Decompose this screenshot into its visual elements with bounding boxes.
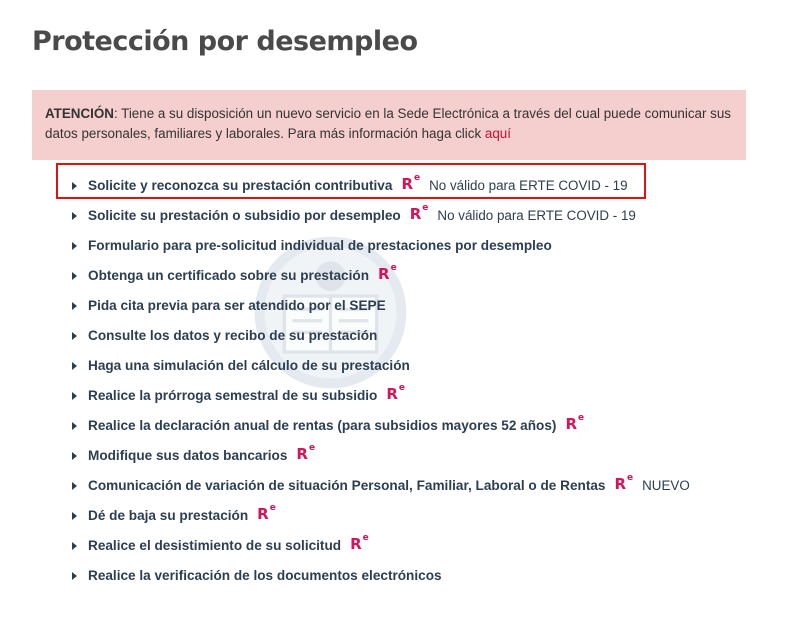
re-icon-letter: R: [409, 204, 422, 223]
triangle-right-icon: [72, 211, 77, 220]
list-item[interactable]: Solicite su prestación o subsidio por de…: [72, 200, 690, 230]
list-item[interactable]: Realice la verificación de los documento…: [72, 560, 690, 590]
list-item[interactable]: Obtenga un certificado sobre su prestaci…: [72, 260, 690, 290]
triangle-right-icon: [72, 511, 77, 520]
re-icon-sup: e: [362, 532, 369, 543]
item-label[interactable]: Comunicación de variación de situación P…: [88, 478, 605, 493]
list-item[interactable]: Realice la prórroga semestral de su subs…: [72, 380, 690, 410]
re-icon-letter: R: [378, 264, 390, 283]
re-icon-sup: e: [627, 472, 634, 483]
triangle-right-icon: [72, 421, 77, 430]
triangle-right-icon: [72, 571, 77, 580]
triangle-right-icon: [72, 361, 77, 370]
sede-electronica-re-icon[interactable]: Re: [565, 413, 584, 433]
triangle-right-icon: [72, 331, 77, 340]
list-item[interactable]: Realice la declaración anual de rentas (…: [72, 410, 690, 440]
re-icon-sup: e: [422, 202, 429, 213]
list-item[interactable]: Modifique sus datos bancarios Re: [72, 440, 690, 470]
notice-link[interactable]: aquí: [485, 126, 511, 141]
sede-electronica-re-icon[interactable]: Re: [378, 263, 397, 283]
item-label[interactable]: Realice la declaración anual de rentas (…: [88, 418, 556, 433]
item-label[interactable]: Realice la prórroga semestral de su subs…: [88, 388, 377, 403]
list-item[interactable]: Dé de baja su prestación Re: [72, 500, 690, 530]
sede-electronica-re-icon[interactable]: Re: [614, 473, 633, 493]
triangle-right-icon: [72, 301, 77, 310]
attention-notice: ATENCIÓN: Tiene a su disposición un nuev…: [32, 90, 746, 160]
item-label[interactable]: Consulte los datos y recibo de su presta…: [88, 328, 377, 343]
triangle-right-icon: [72, 391, 77, 400]
list-item[interactable]: Consulte los datos y recibo de su presta…: [72, 320, 690, 350]
sede-electronica-re-icon[interactable]: Re: [386, 383, 405, 403]
item-label[interactable]: Pida cita previa para ser atendido por e…: [88, 298, 386, 313]
item-note: No válido para ERTE COVID - 19: [437, 207, 636, 223]
re-icon-sup: e: [390, 262, 397, 273]
triangle-right-icon: [72, 481, 77, 490]
sede-electronica-re-icon[interactable]: Re: [409, 203, 429, 223]
item-label[interactable]: Dé de baja su prestación: [88, 508, 248, 523]
re-icon-letter: R: [257, 504, 269, 523]
item-label[interactable]: Solicite su prestación o subsidio por de…: [88, 208, 401, 223]
sede-electronica-re-icon[interactable]: Re: [296, 443, 315, 463]
list-item[interactable]: Haga una simulación del cálculo de su pr…: [72, 350, 690, 380]
list-item[interactable]: Formulario para pre-solicitud individual…: [72, 230, 690, 260]
page-title: Protección por desempleo: [32, 26, 418, 57]
item-label[interactable]: Modifique sus datos bancarios: [88, 448, 287, 463]
triangle-right-icon: [72, 241, 77, 250]
item-label[interactable]: Realice la verificación de los documento…: [88, 568, 442, 583]
re-icon-letter: R: [296, 444, 308, 463]
list-item[interactable]: Realice el desistimiento de su solicitud…: [72, 530, 690, 560]
sede-electronica-re-icon[interactable]: Re: [350, 533, 369, 553]
item-label[interactable]: Haga una simulación del cálculo de su pr…: [88, 358, 410, 373]
item-label[interactable]: Formulario para pre-solicitud individual…: [88, 238, 552, 253]
highlight-box: [56, 163, 646, 199]
notice-text: : Tiene a su disposición un nuevo servic…: [45, 106, 732, 141]
re-icon-letter: R: [614, 474, 627, 493]
list-item[interactable]: Comunicación de variación de situación P…: [72, 470, 690, 500]
notice-strong: ATENCIÓN: [45, 106, 114, 121]
triangle-right-icon: [72, 271, 77, 280]
item-note: NUEVO: [642, 477, 690, 493]
item-label[interactable]: Realice el desistimiento de su solicitud: [88, 538, 341, 553]
re-icon-sup: e: [308, 442, 316, 453]
re-icon-sup: e: [398, 382, 406, 393]
re-icon-letter: R: [565, 414, 577, 433]
re-icon-sup: e: [578, 412, 585, 423]
triangle-right-icon: [72, 451, 77, 460]
item-label[interactable]: Obtenga un certificado sobre su prestaci…: [88, 268, 369, 283]
services-list: Solicite y reconozca su prestación contr…: [72, 170, 690, 590]
sede-electronica-re-icon[interactable]: Re: [257, 503, 276, 523]
triangle-right-icon: [72, 541, 77, 550]
re-icon-letter: R: [386, 384, 398, 403]
re-icon-letter: R: [350, 534, 362, 553]
list-item[interactable]: Pida cita previa para ser atendido por e…: [72, 290, 690, 320]
re-icon-sup: e: [269, 502, 276, 513]
